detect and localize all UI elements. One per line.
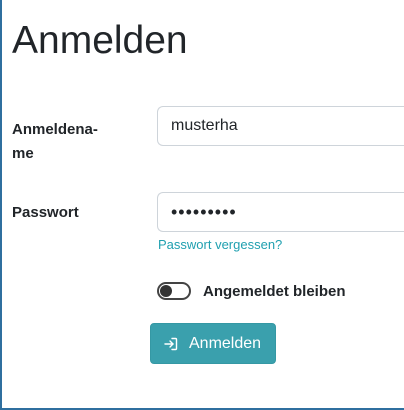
forgot-password-link[interactable]: Passwort vergessen? — [158, 237, 282, 252]
password-label: Passwort — [12, 204, 79, 221]
login-button-label: Anmelden — [189, 334, 262, 352]
page-title: Anmelden — [12, 19, 188, 62]
remember-me-toggle[interactable] — [157, 282, 191, 300]
password-input[interactable] — [157, 192, 404, 232]
login-button[interactable]: Anmelden — [150, 323, 277, 364]
toggle-knob — [160, 285, 172, 297]
remember-me-row: Angemeldet bleiben — [157, 280, 346, 302]
remember-me-label[interactable]: Angemeldet bleiben — [203, 283, 346, 300]
username-label: Anmeldena- me — [12, 121, 98, 162]
login-panel: Anmelden Anmeldena- me Passwort Passwort… — [0, 0, 404, 410]
username-input[interactable] — [157, 106, 404, 146]
sign-in-icon — [164, 337, 178, 350]
